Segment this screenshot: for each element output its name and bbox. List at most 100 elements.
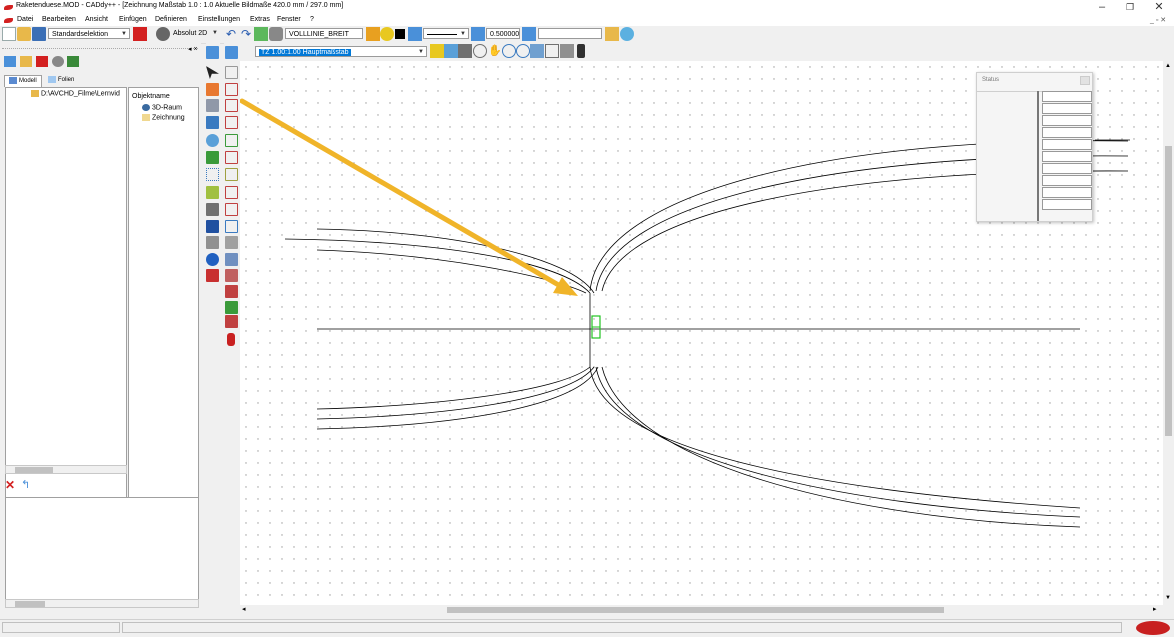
zoom-out-icon[interactable]: [516, 44, 530, 58]
panel-grip[interactable]: [2, 48, 198, 52]
pointer-small-icon[interactable]: [225, 46, 238, 59]
new-file-icon[interactable]: [2, 27, 16, 41]
line-style-select[interactable]: ▼: [423, 28, 469, 39]
edit-plug-icon[interactable]: [225, 301, 238, 314]
redo-icon[interactable]: ↷: [239, 27, 253, 41]
line-type-field[interactable]: VOLLLINIE_BREIT: [285, 28, 363, 39]
menu-datei[interactable]: Datei: [17, 16, 33, 23]
grid-icon[interactable]: [254, 27, 268, 41]
status-close-button[interactable]: [1080, 76, 1090, 85]
model-view-icon[interactable]: [4, 56, 16, 67]
parallel-line-icon[interactable]: [225, 134, 238, 147]
scroll-up-icon[interactable]: ▲: [1165, 63, 1171, 69]
save-icon[interactable]: [32, 27, 46, 41]
polyline-icon[interactable]: [225, 99, 238, 112]
battery-icon[interactable]: [227, 333, 235, 346]
tools-model-icon[interactable]: [67, 56, 79, 67]
color-black-swatch[interactable]: [395, 29, 405, 39]
rotate-icon[interactable]: [206, 134, 219, 147]
mirror-icon[interactable]: [225, 253, 238, 266]
globe-icon[interactable]: [156, 27, 170, 41]
zoom-window-icon[interactable]: [545, 44, 559, 58]
mdi-window-controls[interactable]: _ ▫ ✕: [1150, 16, 1166, 24]
layer-stack-icon[interactable]: [366, 27, 380, 41]
layer-blue-icon[interactable]: [408, 27, 422, 41]
panel-close-icon[interactable]: ◂ ×: [188, 45, 198, 53]
trim-icon[interactable]: [225, 203, 238, 216]
pan-hand-icon[interactable]: ✋: [488, 44, 502, 58]
folder2-icon[interactable]: [605, 27, 619, 41]
snap-end-icon[interactable]: [225, 66, 238, 79]
offset-icon[interactable]: [225, 236, 238, 249]
extend-icon[interactable]: [225, 220, 238, 233]
tree-root-item[interactable]: D:\AVCHD_Filme\Lernvid: [31, 90, 120, 97]
scale-icon[interactable]: [225, 269, 238, 282]
tab-modell[interactable]: Modell: [4, 75, 42, 87]
scale-select[interactable]: TZ 1.00:1.00 Hauptmaßstab ▼: [255, 46, 427, 57]
menu-extras[interactable]: Extras: [250, 16, 270, 23]
text-tool-icon[interactable]: [206, 220, 219, 233]
tangent-icon[interactable]: [225, 151, 238, 164]
pointer-tool-icon[interactable]: ↰: [21, 479, 33, 491]
line-width-field[interactable]: 0.500000: [486, 28, 520, 39]
open-folder-icon[interactable]: [17, 27, 31, 41]
menu-einfuegen[interactable]: Einfügen: [119, 16, 147, 23]
help-bulb-icon[interactable]: [620, 27, 634, 41]
menu-bearbeiten[interactable]: Bearbeiten: [42, 16, 76, 23]
info-icon[interactable]: [206, 253, 219, 266]
coord-mode-select[interactable]: Absolut 2D ▼: [170, 28, 220, 39]
selection-mode-select[interactable]: Standardselektion ▼: [48, 28, 130, 39]
list-item-3d-raum[interactable]: 3D-Raum: [142, 104, 182, 111]
free-text-field[interactable]: [538, 28, 602, 39]
layer-blue2-icon[interactable]: [522, 27, 536, 41]
menu-fenster[interactable]: Fenster: [277, 16, 301, 23]
hatch-icon[interactable]: [206, 236, 219, 249]
measure-icon[interactable]: [458, 44, 472, 58]
red-tool-icon[interactable]: [133, 27, 147, 41]
traffic-light-icon[interactable]: [577, 44, 585, 58]
dimension-icon[interactable]: [206, 116, 219, 129]
line-width-icon[interactable]: [471, 27, 485, 41]
snap-mode-icon[interactable]: [430, 44, 444, 58]
zoom-icon[interactable]: [473, 44, 487, 58]
edit-icon[interactable]: [225, 315, 238, 328]
line-green-icon[interactable]: [206, 151, 219, 164]
zoom-all-icon[interactable]: [530, 44, 544, 58]
menu-definieren[interactable]: Definieren: [155, 16, 187, 23]
scroll-right-icon[interactable]: ▸: [1153, 605, 1157, 613]
eraser-icon[interactable]: [206, 269, 219, 282]
zoom-in-icon[interactable]: [502, 44, 516, 58]
list-item-zeichnung[interactable]: Zeichnung: [142, 114, 185, 121]
close-button[interactable]: ✕: [1147, 0, 1171, 15]
canvas-vscrollbar[interactable]: ▲ ▼: [1163, 61, 1174, 605]
layer-tool-icon[interactable]: [269, 27, 283, 41]
pen-tool-icon[interactable]: [206, 83, 219, 96]
hscroll-thumb[interactable]: [447, 607, 944, 613]
scroll-left-icon[interactable]: ◂: [242, 605, 246, 613]
print-icon[interactable]: [206, 46, 219, 59]
fillet-icon[interactable]: [225, 285, 238, 298]
undo-icon[interactable]: ↶: [224, 27, 238, 41]
cross-tool-icon[interactable]: ✕: [5, 479, 18, 491]
angle-line-icon[interactable]: [225, 116, 238, 129]
status-window[interactable]: Status: [976, 72, 1093, 222]
cross-line-icon[interactable]: [225, 186, 238, 199]
minimize-button[interactable]: –: [1090, 0, 1114, 15]
object-pane[interactable]: Objektname 3D-Raum Zeichnung: [128, 87, 199, 507]
line-tool-icon[interactable]: [225, 83, 238, 96]
tree-hscroll-thumb[interactable]: [15, 467, 53, 473]
tree-pane[interactable]: D:\AVCHD_Filme\Lernvid: [5, 87, 127, 507]
menu-ansicht[interactable]: Ansicht: [85, 16, 108, 23]
bulb-icon[interactable]: [380, 27, 394, 41]
delete-model-icon[interactable]: [36, 56, 48, 67]
scroll-down-icon[interactable]: ▼: [1165, 595, 1171, 601]
property-hscroll-thumb[interactable]: [15, 601, 45, 607]
box-tool-icon[interactable]: [225, 168, 238, 181]
layer-view-icon[interactable]: [444, 44, 458, 58]
restore-button[interactable]: ❐: [1118, 0, 1142, 15]
tree-hscrollbar[interactable]: [5, 465, 127, 474]
canvas-hscrollbar[interactable]: ◂ ▸: [240, 605, 1163, 615]
search-model-icon[interactable]: [52, 56, 64, 67]
menu-einstellungen[interactable]: Einstellungen: [198, 16, 240, 23]
select-arrow-icon[interactable]: [206, 66, 219, 79]
